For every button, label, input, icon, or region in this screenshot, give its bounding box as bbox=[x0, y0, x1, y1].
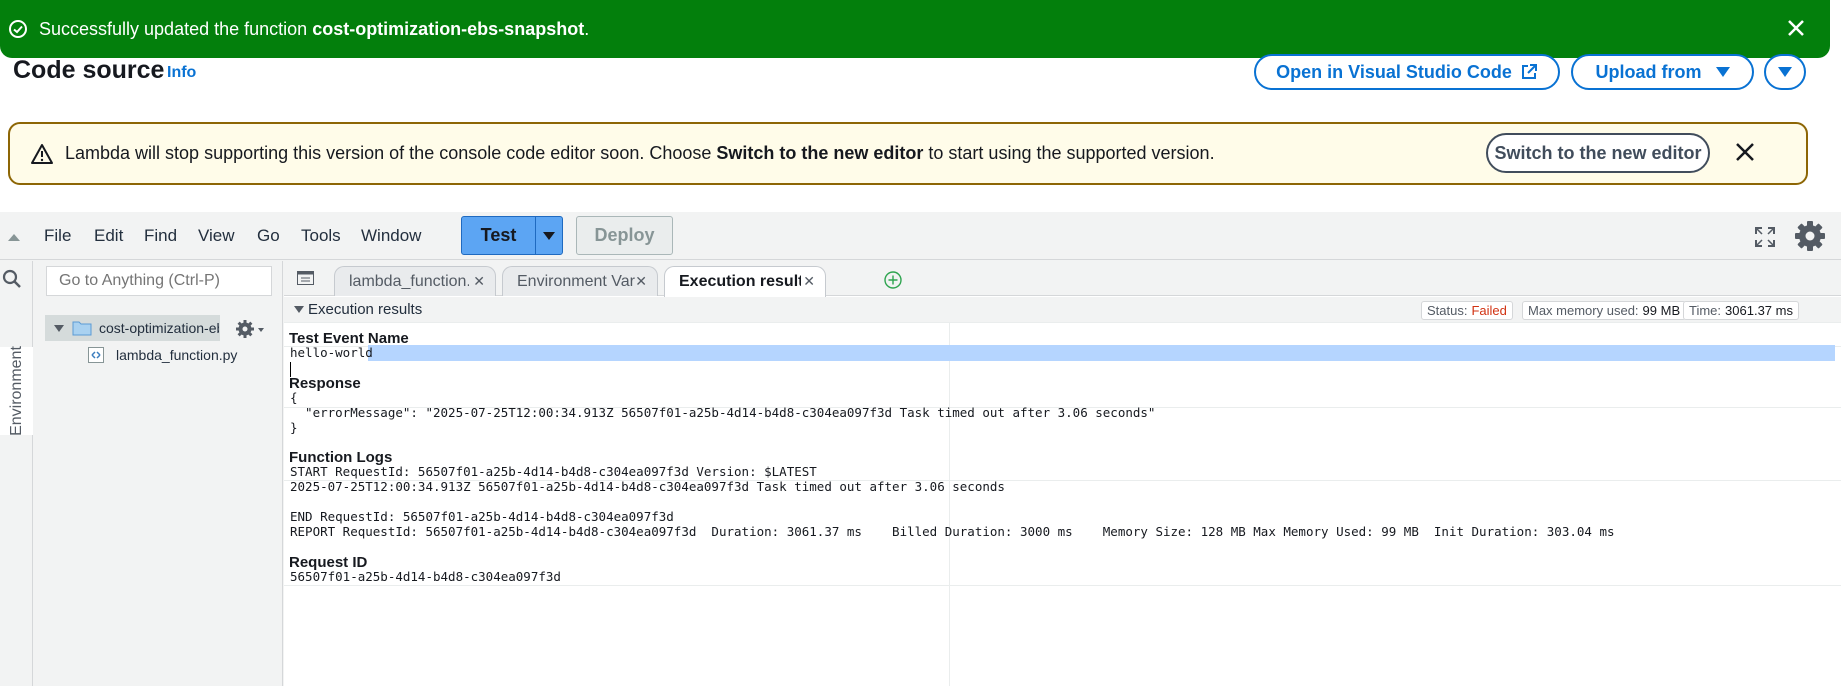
response-line[interactable]: "errorMessage": "2025-07-25T12:00:34.913… bbox=[290, 405, 1155, 420]
python-file-icon bbox=[88, 347, 104, 363]
code-editor-ide: File Edit Find View Go Tools Window Test… bbox=[0, 212, 1841, 686]
success-flash-banner: Successfully updated the function cost-o… bbox=[0, 0, 1830, 58]
response-heading: Response bbox=[289, 375, 361, 392]
tree-settings-gear-icon[interactable] bbox=[236, 319, 266, 339]
log-line[interactable]: START RequestId: 56507f01-a25b-4d14-b4d8… bbox=[290, 464, 817, 479]
search-icon[interactable] bbox=[2, 269, 22, 289]
log-line[interactable]: END RequestId: 56507f01-a25b-4d14-b4d8-c… bbox=[290, 509, 674, 524]
flash-message: Successfully updated the function cost-o… bbox=[39, 18, 590, 39]
expand-caret-icon[interactable] bbox=[54, 324, 64, 332]
test-button[interactable]: Test bbox=[462, 217, 536, 254]
editor-tab-bar: lambda_function.py ✕ Environment Variabl… bbox=[284, 261, 1841, 297]
status-badge: Status: Failed bbox=[1421, 301, 1513, 320]
print-margin-line bbox=[949, 323, 950, 686]
max-memory-badge: Max memory used: 99 MB bbox=[1522, 301, 1687, 320]
test-options-dropdown[interactable] bbox=[536, 217, 562, 254]
external-link-icon bbox=[1521, 64, 1537, 79]
menu-file[interactable]: File bbox=[44, 226, 71, 246]
duration-badge: Time: 3061.37 ms bbox=[1683, 301, 1799, 320]
menu-edit[interactable]: Edit bbox=[94, 226, 123, 246]
dismiss-flash-close-icon[interactable] bbox=[1782, 14, 1810, 42]
tab-execution-results[interactable]: Execution results ✕ bbox=[664, 266, 826, 297]
execution-results-header: Execution results Status: Failed Max memo… bbox=[284, 297, 1841, 323]
tree-folder-root[interactable]: cost-optimization-ebs-snapshot bbox=[45, 315, 220, 341]
file-name: lambda_function.py bbox=[116, 347, 238, 363]
text-selection-highlight bbox=[368, 345, 1835, 361]
caret-down-icon bbox=[543, 231, 555, 240]
editor-deprecation-warning: Lambda will stop supporting this version… bbox=[8, 122, 1808, 185]
warning-text: Lambda will stop supporting this version… bbox=[65, 143, 1215, 163]
upload-from-button[interactable]: Upload from bbox=[1571, 54, 1754, 90]
menu-view[interactable]: View bbox=[198, 226, 235, 246]
folder-icon bbox=[72, 321, 92, 336]
response-line[interactable]: } bbox=[290, 420, 298, 435]
close-tab-icon[interactable]: ✕ bbox=[635, 273, 647, 290]
close-icon[interactable] bbox=[1734, 141, 1756, 163]
response-line[interactable]: { bbox=[290, 390, 298, 405]
tree-file-lambda-function[interactable]: lambda_function.py bbox=[88, 344, 237, 366]
environment-tab[interactable]: Environment bbox=[0, 346, 33, 436]
editor-pane: lambda_function.py ✕ Environment Variabl… bbox=[284, 261, 1841, 686]
menu-go[interactable]: Go bbox=[257, 226, 280, 246]
check-circle-icon bbox=[9, 20, 27, 38]
caret-down-icon bbox=[1715, 67, 1730, 77]
add-tab-icon[interactable] bbox=[884, 271, 902, 289]
go-to-anything-input[interactable] bbox=[46, 266, 272, 296]
more-actions-button[interactable] bbox=[1764, 54, 1806, 90]
log-line[interactable]: 2025-07-25T12:00:34.913Z 56507f01-a25b-4… bbox=[290, 479, 1005, 494]
file-tree-panel: cost-optimization-ebs-snapshot lambda_fu… bbox=[34, 261, 283, 686]
close-tab-icon[interactable]: ✕ bbox=[803, 273, 815, 290]
test-event-value[interactable]: hello-world bbox=[290, 345, 373, 360]
menu-find[interactable]: Find bbox=[144, 226, 177, 246]
execution-output: Test Event Name hello-world Response { "… bbox=[284, 323, 1841, 686]
menu-tools[interactable]: Tools bbox=[301, 226, 341, 246]
caret-down-icon bbox=[1778, 67, 1792, 77]
collapse-panel-icon[interactable] bbox=[8, 234, 20, 241]
tab-lambda-function[interactable]: lambda_function.py ✕ bbox=[334, 266, 496, 296]
test-button-group: Test bbox=[461, 216, 563, 255]
flash-function-name: cost-optimization-ebs-snapshot bbox=[312, 18, 585, 39]
folder-name: cost-optimization-ebs-snapshot bbox=[99, 320, 219, 336]
close-tab-icon[interactable]: ✕ bbox=[473, 273, 485, 290]
deploy-button[interactable]: Deploy bbox=[576, 216, 673, 255]
info-link[interactable]: Info bbox=[167, 64, 196, 82]
page-title: Code source bbox=[13, 56, 165, 84]
warning-icon bbox=[31, 143, 53, 164]
log-line[interactable]: REPORT RequestId: 56507f01-a25b-4d14-b4d… bbox=[290, 524, 1615, 539]
menu-window[interactable]: Window bbox=[361, 226, 421, 246]
fullscreen-icon[interactable] bbox=[1754, 226, 1776, 248]
environment-strip: Environment bbox=[0, 261, 33, 686]
tab-list-icon[interactable] bbox=[297, 271, 314, 285]
request-id-value[interactable]: 56507f01-a25b-4d14-b4d8-c304ea097f3d bbox=[290, 569, 561, 584]
execution-results-title[interactable]: Execution results bbox=[308, 301, 422, 318]
preferences-gear-icon[interactable] bbox=[1794, 220, 1826, 252]
open-vscode-button[interactable]: Open in Visual Studio Code bbox=[1254, 54, 1560, 90]
switch-to-new-editor-button[interactable]: Switch to the new editor bbox=[1486, 133, 1710, 173]
tab-environment-variables[interactable]: Environment Variables ✕ bbox=[502, 266, 658, 296]
collapse-caret-icon[interactable] bbox=[294, 306, 304, 313]
ide-menubar: File Edit Find View Go Tools Window Test… bbox=[0, 212, 1841, 260]
